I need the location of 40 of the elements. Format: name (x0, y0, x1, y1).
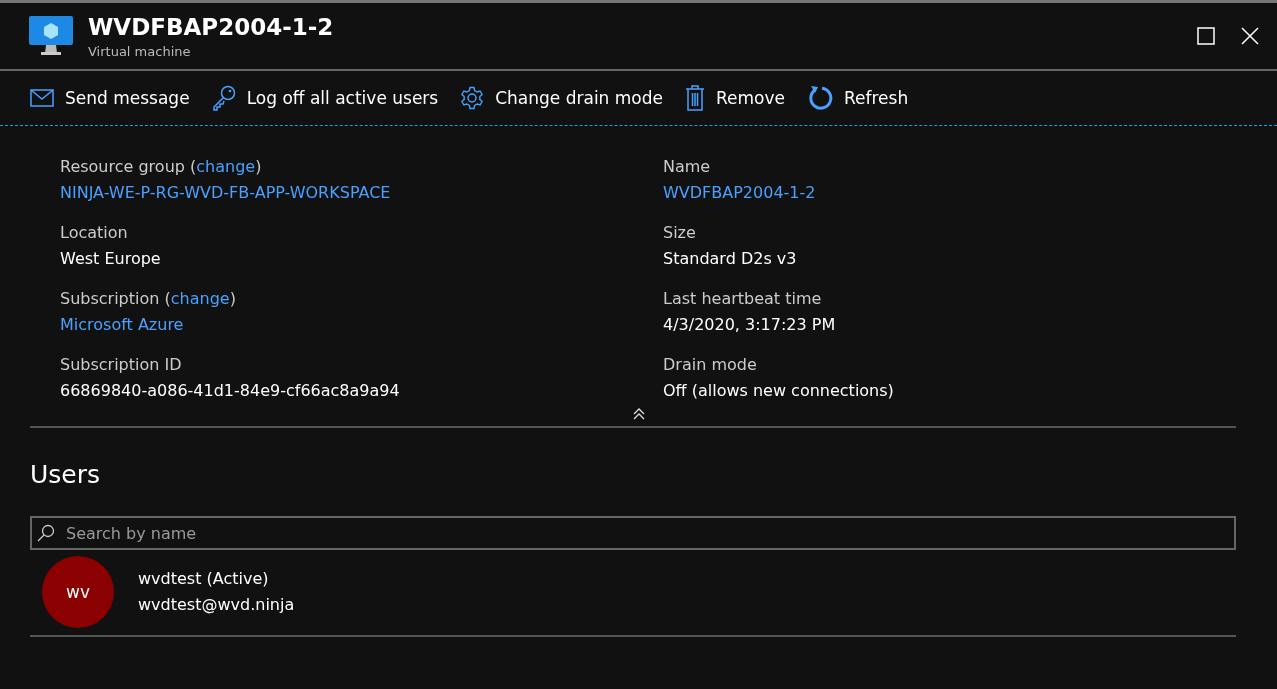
close-icon[interactable] (1241, 27, 1259, 45)
property-label: Name (663, 156, 712, 178)
property-value: Standard D2s v3 (663, 248, 798, 270)
property-label: Location (60, 222, 129, 244)
property-label: Last heartbeat time (663, 288, 823, 310)
user-email: wvdtest@wvd.ninja (138, 594, 295, 616)
toolbar-button[interactable]: Change drain mode (460, 86, 663, 110)
trash-icon (685, 85, 705, 111)
maximize-icon[interactable] (1197, 27, 1215, 45)
key-icon (211, 85, 236, 111)
refresh-icon (807, 85, 833, 111)
search-icon (37, 524, 55, 542)
property-value-link[interactable]: Microsoft Azure (60, 312, 663, 338)
toolbar-button[interactable]: Refresh (807, 85, 909, 111)
window-title: WVDFBAP2004-1-2 (88, 13, 335, 41)
property-value: West Europe (60, 248, 162, 270)
property-value-link[interactable]: WVDFBAP2004-1-2 (663, 180, 1266, 206)
property-label: Drain mode (663, 354, 758, 376)
users-heading: Users (30, 459, 101, 491)
window-subtitle: Virtual machine (88, 44, 192, 59)
property-label: Size (663, 222, 697, 244)
envelope-icon (30, 89, 54, 107)
search-field[interactable]: Search by name (30, 516, 1236, 550)
gear-icon (460, 86, 485, 110)
change-link[interactable]: change (170, 289, 230, 308)
toolbar-button[interactable]: Remove (685, 85, 785, 111)
property-value: 4/3/2020, 3:17:23 PM (663, 314, 837, 336)
collapse-chevron-icon[interactable] (632, 408, 645, 420)
property-label: Resource group (change) (60, 156, 263, 178)
property-value: Off (allows new connections) (663, 380, 895, 402)
change-link[interactable]: change (196, 157, 256, 176)
property-label: Subscription ID (60, 354, 183, 376)
user-avatar: wv (42, 556, 114, 628)
monitor-icon (29, 16, 73, 56)
toolbar-button[interactable]: Send message (30, 88, 190, 108)
property-value: 66869840-a086-41d1-84e9-cf66ac8a9a94 (60, 380, 401, 402)
user-name[interactable]: wvdtest (Active) (138, 566, 295, 592)
property-label: Subscription (change) (60, 288, 237, 310)
toolbar-button[interactable]: Log off all active users (211, 85, 439, 111)
property-value-link[interactable]: NINJA-WE-P-RG-WVD-FB-APP-WORKSPACE (60, 180, 663, 206)
